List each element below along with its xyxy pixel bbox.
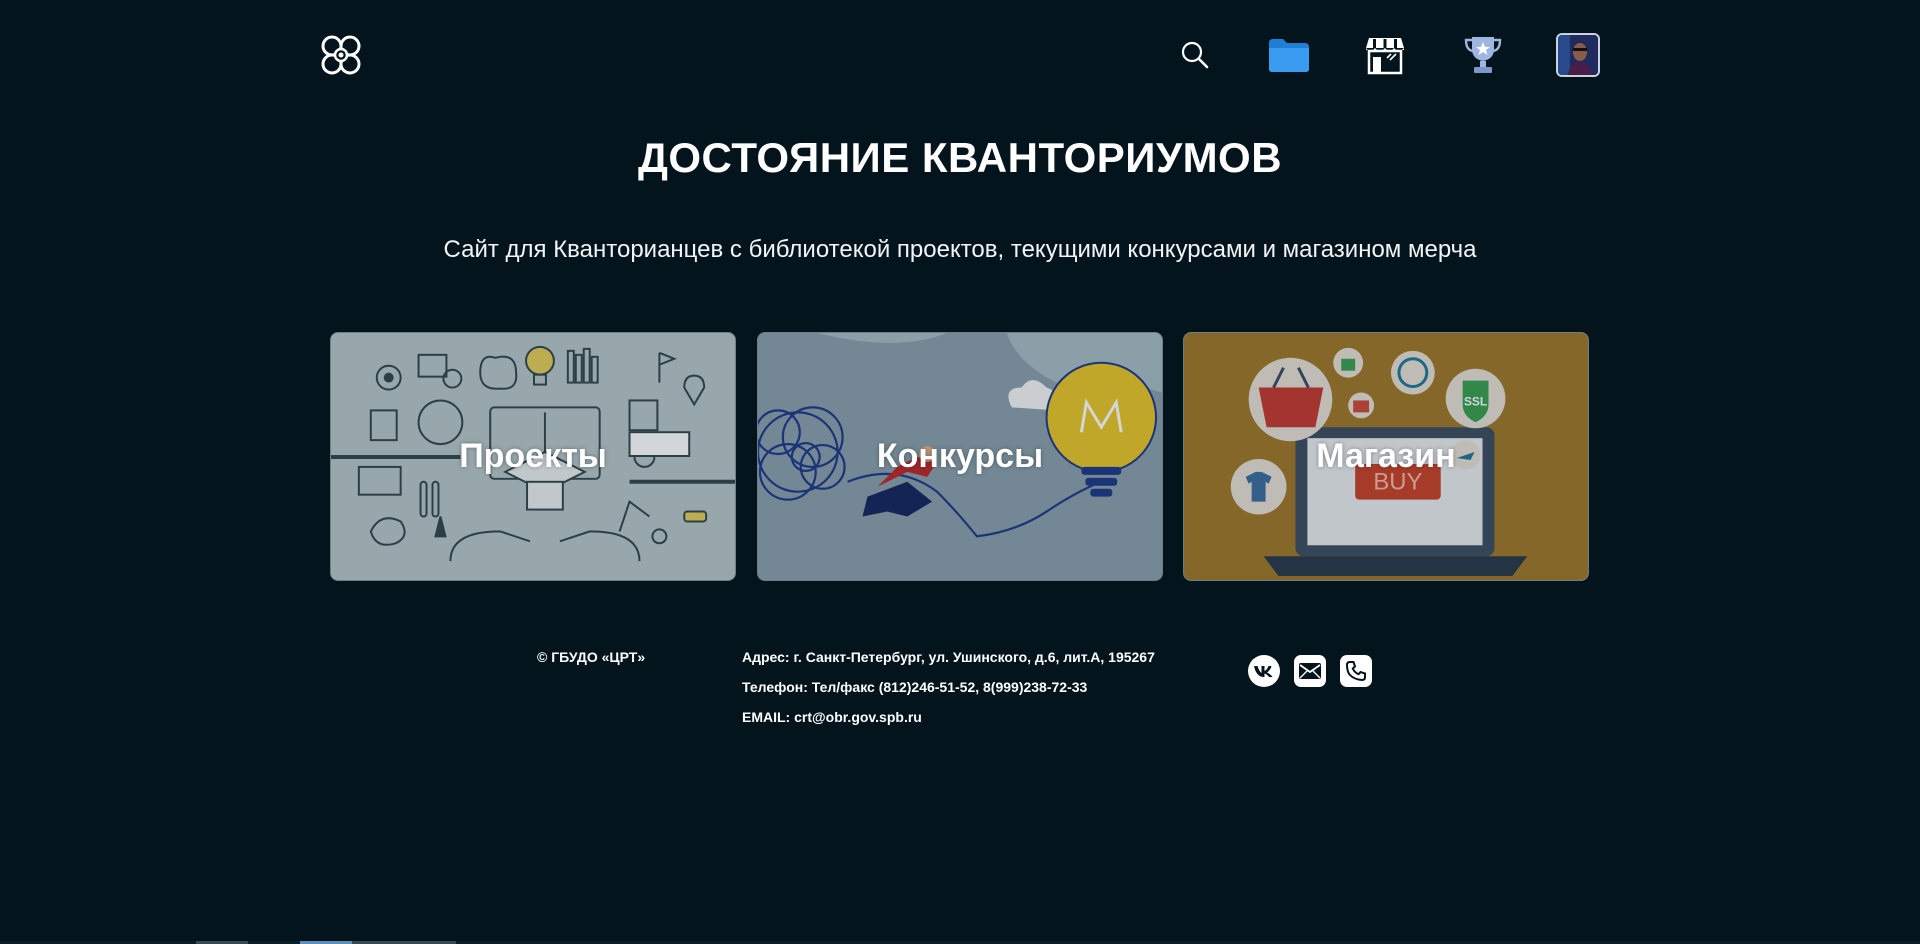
- search-icon[interactable]: [1172, 32, 1218, 78]
- vk-icon[interactable]: [1248, 655, 1280, 687]
- email-info: EMAIL: crt@obr.gov.spb.ru: [742, 709, 922, 725]
- storefront-icon[interactable]: [1362, 32, 1408, 78]
- card-title: Магазин: [1316, 437, 1456, 475]
- shop-card[interactable]: BUY SSL Магазин: [1183, 332, 1589, 581]
- card-title: Конкурсы: [876, 437, 1044, 475]
- page-subtitle: Сайт для Кванторианцев с библиотекой про…: [443, 236, 1477, 263]
- trophy-icon[interactable]: [1460, 32, 1506, 78]
- contests-card[interactable]: Конкурсы: [757, 332, 1163, 581]
- projects-card[interactable]: Проекты: [330, 332, 736, 581]
- mail-icon[interactable]: [1294, 655, 1326, 687]
- card-title: Проекты: [459, 437, 607, 475]
- address: Адрес: г. Санкт-Петербург, ул. Ушинского…: [742, 649, 1155, 665]
- phone-icon[interactable]: [1340, 655, 1372, 687]
- copyright: © ГБУДО «ЦРТ»: [537, 649, 646, 665]
- phone-info: Телефон: Тел/факс (812)246-51-52, 8(999)…: [742, 679, 1088, 695]
- avatar[interactable]: [1556, 33, 1600, 77]
- kvantorium-logo-icon[interactable]: [318, 32, 364, 78]
- page-title: ДОСТОЯНИЕ КВАНТОРИУМОВ: [637, 134, 1283, 181]
- folder-icon[interactable]: [1266, 32, 1312, 78]
- page: ДОСТОЯНИЕ КВАНТОРИУМОВ Сайт для Квантори…: [0, 0, 1920, 944]
